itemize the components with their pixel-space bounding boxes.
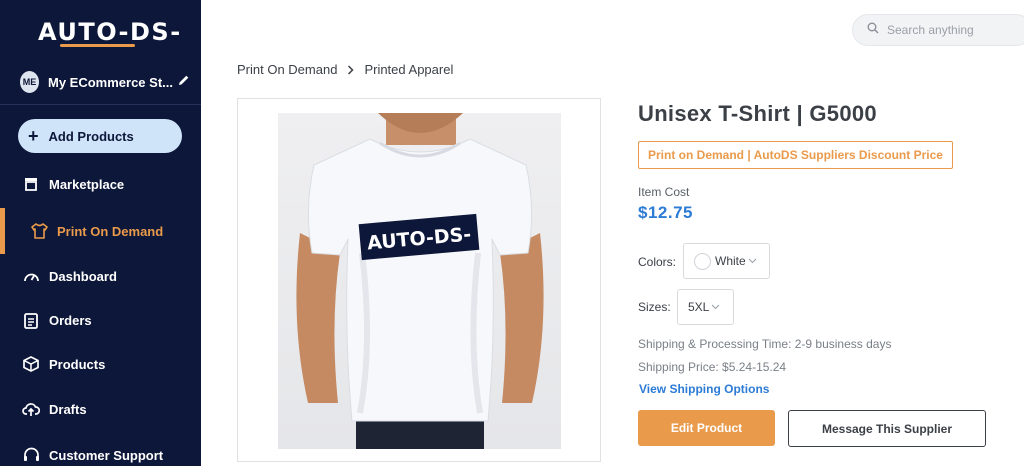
item-cost-price: $12.75 bbox=[638, 203, 693, 222]
supplier-badge: Print on Demand | AutoDS Suppliers Disco… bbox=[638, 141, 953, 169]
sidebar-item-print-on-demand[interactable]: Print On Demand bbox=[0, 208, 201, 254]
sidebar-item-orders[interactable]: Orders bbox=[0, 300, 201, 340]
edit-product-button[interactable]: Edit Product bbox=[638, 410, 775, 446]
pencil-icon[interactable] bbox=[178, 73, 190, 91]
chevron-down-icon bbox=[748, 258, 757, 264]
logo-accent bbox=[60, 44, 135, 47]
view-shipping-options-link[interactable]: View Shipping Options bbox=[639, 382, 769, 396]
sidebar-item-label: Customer Support bbox=[49, 447, 164, 463]
size-value: 5XL bbox=[688, 300, 710, 314]
product-title: Unisex T-Shirt | G5000 bbox=[638, 101, 877, 126]
sidebar-item-label: Marketplace bbox=[49, 176, 125, 192]
chevron-right-icon bbox=[347, 64, 354, 75]
breadcrumb: Print On Demand Printed Apparel bbox=[237, 62, 453, 77]
shirt-icon bbox=[30, 222, 48, 240]
color-select[interactable]: White bbox=[683, 243, 770, 279]
store-avatar: ME bbox=[20, 71, 39, 93]
add-products-button[interactable]: + Add Products bbox=[18, 119, 182, 153]
sidebar-item-label: Dashboard bbox=[49, 268, 117, 284]
sidebar-item-marketplace[interactable]: Marketplace bbox=[0, 164, 201, 204]
sidebar-item-label: Orders bbox=[49, 312, 92, 328]
chevron-down-icon bbox=[711, 304, 720, 310]
message-supplier-button[interactable]: Message This Supplier bbox=[788, 410, 986, 447]
breadcrumb-print-on-demand[interactable]: Print On Demand bbox=[237, 62, 337, 77]
store-icon bbox=[22, 175, 40, 193]
sidebar-item-label: Drafts bbox=[49, 401, 87, 417]
breadcrumb-printed-apparel[interactable]: Printed Apparel bbox=[364, 62, 453, 77]
search-icon bbox=[867, 21, 879, 39]
sizes-label: Sizes: bbox=[638, 300, 671, 314]
cloud-upload-icon bbox=[22, 400, 40, 418]
tshirt-model-image: AUTO-DS- bbox=[296, 113, 544, 449]
shipping-time: Shipping & Processing Time: 2-9 business… bbox=[638, 337, 892, 351]
product-image-frame: AUTO-DS- bbox=[237, 98, 601, 462]
store-name: My ECommerce St... bbox=[48, 74, 173, 90]
shipping-price: Shipping Price: $5.24-15.24 bbox=[638, 360, 787, 374]
clipboard-icon bbox=[22, 311, 40, 329]
sidebar-item-label: Products bbox=[49, 356, 106, 372]
search-input[interactable] bbox=[887, 23, 1017, 37]
sidebar: AUTO-DS- ME My ECommerce St... + Add Pro… bbox=[0, 0, 201, 466]
add-products-label: Add Products bbox=[48, 128, 134, 144]
colors-label: Colors: bbox=[638, 255, 677, 269]
sidebar-item-drafts[interactable]: Drafts bbox=[0, 389, 201, 429]
sidebar-item-customer-support[interactable]: Customer Support bbox=[0, 435, 201, 475]
box-icon bbox=[22, 355, 40, 373]
color-value: White bbox=[715, 254, 746, 268]
plus-icon: + bbox=[28, 126, 39, 146]
store-selector[interactable]: ME My ECommerce St... bbox=[20, 71, 190, 93]
sidebar-divider bbox=[0, 104, 201, 105]
search-bar[interactable] bbox=[852, 14, 1024, 46]
product-photo: AUTO-DS- bbox=[278, 113, 561, 449]
item-cost-label: Item Cost bbox=[638, 185, 690, 199]
sidebar-item-label: Print On Demand bbox=[57, 223, 164, 239]
autods-logo[interactable]: AUTO-DS- bbox=[38, 18, 182, 46]
sidebar-item-products[interactable]: Products bbox=[0, 344, 201, 384]
size-select[interactable]: 5XL bbox=[677, 289, 734, 325]
headset-icon bbox=[22, 446, 40, 464]
gauge-icon bbox=[22, 267, 40, 285]
sidebar-item-dashboard[interactable]: Dashboard bbox=[0, 256, 201, 296]
color-swatch bbox=[694, 252, 711, 270]
